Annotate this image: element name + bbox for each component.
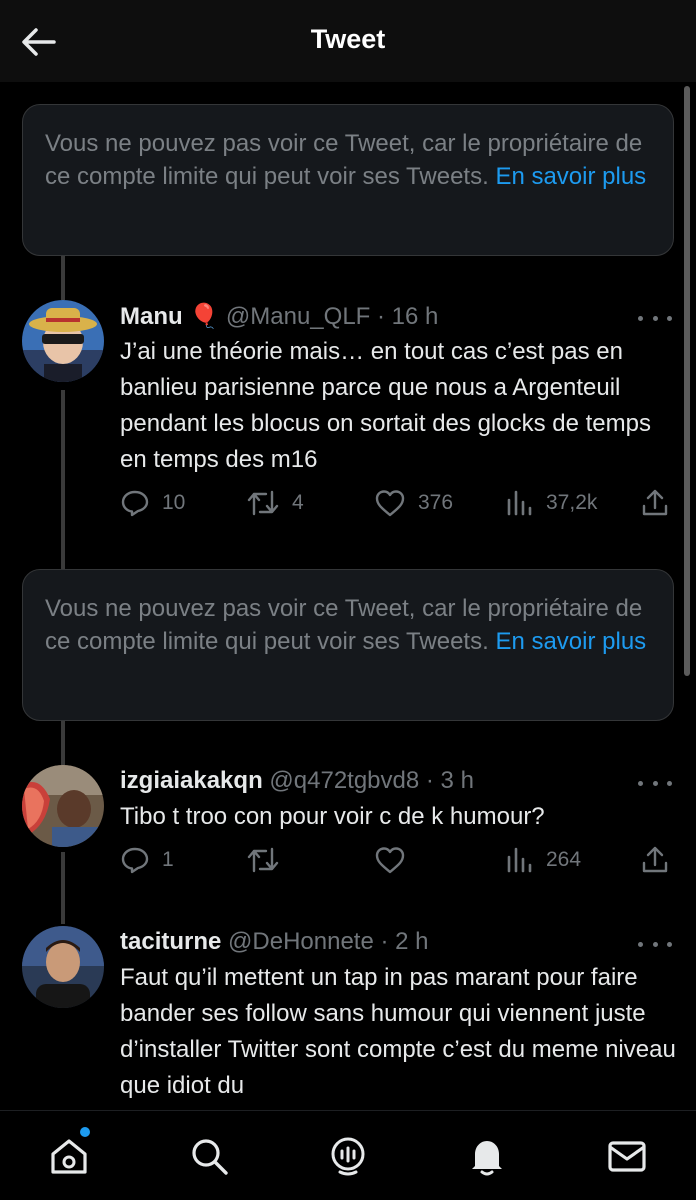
- author-name[interactable]: izgiaiakakqn: [120, 767, 263, 794]
- views-icon: [507, 490, 532, 516]
- share-button[interactable]: [640, 845, 670, 875]
- bottom-navigation: [0, 1110, 696, 1200]
- tweet-text: J’ai une théorie mais… en tout cas c’est…: [120, 338, 651, 473]
- reply-icon: [121, 847, 149, 874]
- nav-spaces[interactable]: [325, 1133, 371, 1179]
- reply-button[interactable]: 1: [120, 845, 174, 875]
- retweet-icon: [247, 490, 279, 516]
- page-title: Tweet: [310, 24, 386, 54]
- author-handle[interactable]: @Manu_QLF: [226, 303, 370, 330]
- retweet-count: 4: [292, 491, 304, 514]
- thread-connector: [61, 390, 65, 570]
- reply-count: 1: [162, 848, 174, 871]
- like-button[interactable]: 376: [374, 488, 453, 518]
- like-count: 376: [418, 491, 454, 514]
- home-notification-dot: [80, 1127, 90, 1137]
- tweet-header: izgiaiakakqn @q472tgbvd8 · 3 h: [120, 767, 474, 795]
- avatar[interactable]: [22, 765, 104, 847]
- like-button[interactable]: [374, 845, 418, 875]
- learn-more-link[interactable]: En savoir plus: [495, 628, 646, 655]
- reply-button[interactable]: 10: [120, 488, 185, 518]
- views-button[interactable]: 37,2k: [504, 488, 597, 518]
- tweet-time: · 3 h: [425, 767, 474, 794]
- thread-connector: [61, 256, 65, 300]
- avatar[interactable]: [22, 300, 104, 382]
- retweet-button[interactable]: 4: [246, 488, 304, 518]
- heart-icon: [375, 847, 405, 874]
- avatar[interactable]: [22, 926, 104, 1008]
- scrollbar[interactable]: [684, 86, 690, 676]
- tweet-text: Tibo t troo con pour voir c de k humour?: [120, 803, 545, 830]
- nav-search[interactable]: [186, 1133, 232, 1179]
- home-icon: [51, 1139, 87, 1174]
- share-icon: [642, 846, 668, 873]
- learn-more-link[interactable]: En savoir plus: [495, 163, 646, 190]
- bell-icon: [472, 1141, 502, 1176]
- reply-count: 10: [162, 491, 186, 514]
- more-options-button[interactable]: [638, 773, 672, 793]
- tweet-text: Faut qu’il mettent un tap in pas marant …: [120, 964, 676, 1099]
- top-bar: Tweet: [0, 0, 696, 82]
- nav-home[interactable]: [46, 1127, 92, 1179]
- reply-icon: [121, 490, 149, 517]
- balloon-emoji: 🎈: [189, 303, 220, 330]
- tweet-actions: 10 4 376 37,2k: [0, 488, 696, 524]
- tweet-header: taciturne @DeHonnete · 2 h: [120, 928, 429, 956]
- heart-icon: [375, 490, 405, 517]
- nav-messages[interactable]: [604, 1133, 650, 1179]
- share-button[interactable]: [640, 488, 670, 518]
- unavailable-tweet-notice: Vous ne pouvez pas voir ce Tweet, car le…: [22, 569, 674, 721]
- nav-notifications[interactable]: [464, 1133, 510, 1179]
- spaces-icon: [331, 1137, 365, 1176]
- tweet-time: · 2 h: [380, 928, 429, 955]
- more-options-button[interactable]: [638, 308, 672, 328]
- tweet-header: Manu 🎈 @Manu_QLF · 16 h: [120, 302, 438, 331]
- views-count: 37,2k: [546, 491, 598, 514]
- views-count: 264: [546, 848, 582, 871]
- search-icon: [192, 1139, 228, 1175]
- unavailable-tweet-notice: Vous ne pouvez pas voir ce Tweet, car le…: [22, 104, 674, 256]
- retweet-button[interactable]: [246, 845, 292, 875]
- tweet-thread-screen: Tweet Vous ne pouvez pas voir ce Tweet, …: [0, 0, 696, 1200]
- author-name[interactable]: taciturne: [120, 928, 221, 955]
- views-icon: [507, 847, 532, 873]
- views-button[interactable]: 264: [504, 845, 581, 875]
- retweet-icon: [247, 847, 279, 873]
- author-handle[interactable]: @DeHonnete: [228, 928, 374, 955]
- thread-connector: [61, 721, 65, 765]
- share-icon: [642, 489, 668, 516]
- tweet-actions: 1 264: [0, 845, 696, 881]
- more-options-button[interactable]: [638, 934, 672, 954]
- mail-icon: [608, 1141, 646, 1172]
- author-name[interactable]: Manu: [120, 303, 183, 330]
- tweet-time: · 16 h: [377, 303, 439, 330]
- author-handle[interactable]: @q472tgbvd8: [269, 767, 419, 794]
